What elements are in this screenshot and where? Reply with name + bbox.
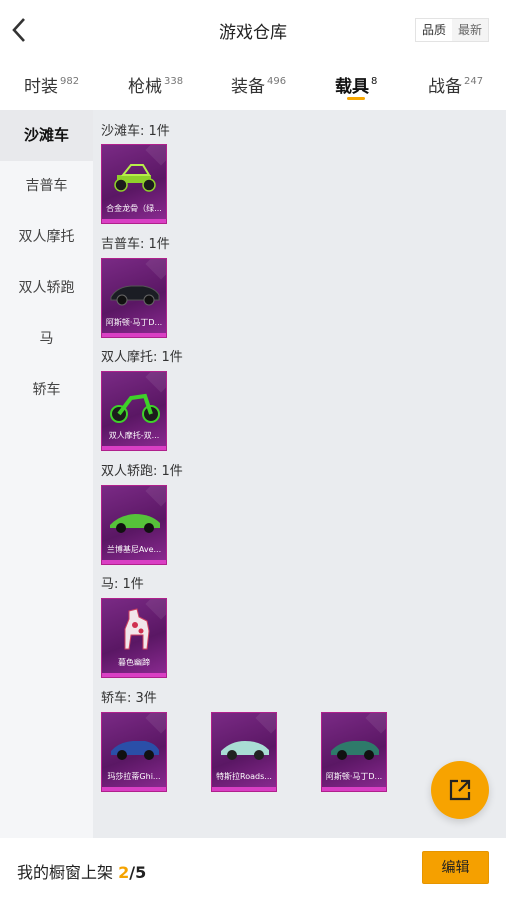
tab-count: 8 xyxy=(371,76,378,87)
vehicle-card[interactable]: 特斯拉Roads... xyxy=(211,712,277,792)
sidebar: 沙滩车 吉普车 双人摩托 双人轿跑 马 轿车 xyxy=(0,110,93,838)
vehicle-list: 沙滩车: 1件 合金龙骨（绿... 吉普车: 1件 阿斯顿·马丁D... 双人摩… xyxy=(93,110,506,838)
vehicle-name: 玛莎拉蒂Ghi... xyxy=(107,772,161,781)
category-tabs: 时装 982 枪械 338 装备 496 载具 8 战备 247 xyxy=(0,60,506,110)
sort-newest-button[interactable]: 最新 xyxy=(452,19,488,41)
vehicle-card[interactable]: 阿斯顿·马丁D... xyxy=(101,258,167,338)
vehicle-card[interactable]: 玛莎拉蒂Ghi... xyxy=(101,712,167,792)
vehicle-card[interactable]: 阿斯顿·马丁D... xyxy=(321,712,387,792)
group-title-buggy: 沙滩车: 1件 xyxy=(101,124,170,139)
share-button[interactable] xyxy=(431,761,489,819)
sidebar-item-horse[interactable]: 马 xyxy=(0,314,93,365)
sort-quality-button[interactable]: 品质 xyxy=(416,19,452,41)
edit-button[interactable]: 编辑 xyxy=(422,851,489,884)
tab-vehicles[interactable]: 载具 8 xyxy=(335,72,377,97)
rarity-stripe xyxy=(102,560,166,564)
tab-count: 247 xyxy=(464,76,484,87)
group-title-horse: 马: 1件 xyxy=(101,577,144,592)
tab-fashion[interactable]: 时装 982 xyxy=(24,72,79,97)
vehicle-name: 阿斯顿·马丁D... xyxy=(105,318,163,327)
bottom-bar: 我的橱窗上架 2/5 编辑 xyxy=(0,838,506,897)
supercar-icon xyxy=(110,514,160,533)
sedan-icon xyxy=(111,741,159,760)
rarity-stripe xyxy=(102,219,166,223)
buggy-icon xyxy=(114,164,156,192)
tab-battle-gear[interactable]: 战备 247 xyxy=(428,72,483,97)
rarity-stripe xyxy=(102,333,166,337)
tab-guns[interactable]: 枪械 338 xyxy=(128,72,183,97)
motorcycle-icon xyxy=(110,393,160,423)
rarity-stripe xyxy=(102,446,166,450)
vehicle-name: 阿斯顿·马丁D... xyxy=(325,772,383,781)
share-icon xyxy=(449,779,471,801)
horse-icon xyxy=(124,608,150,650)
tab-label: 装备 xyxy=(231,77,265,97)
sidebar-item-sedan[interactable]: 轿车 xyxy=(0,365,93,416)
vehicle-name: 合金龙骨（绿... xyxy=(106,204,162,213)
tab-label: 枪械 xyxy=(128,77,162,97)
sidebar-item-coupe[interactable]: 双人轿跑 xyxy=(0,263,93,314)
rarity-stripe xyxy=(212,787,276,791)
tab-label: 战备 xyxy=(428,77,462,97)
tab-count: 982 xyxy=(60,76,80,87)
header: 游戏仓库 品质 最新 xyxy=(0,0,506,60)
shelf-total: /5 xyxy=(129,863,147,882)
active-tab-indicator xyxy=(347,97,365,100)
rarity-stripe xyxy=(322,787,386,791)
sort-toggle[interactable]: 品质 最新 xyxy=(415,18,489,42)
sports-car-icon xyxy=(110,285,160,306)
vehicle-card[interactable]: 兰博基尼Ave... xyxy=(101,485,167,565)
vehicle-card[interactable]: 暮色幽蹄 xyxy=(101,598,167,678)
group-title-motorcycle: 双人摩托: 1件 xyxy=(101,350,183,365)
rarity-stripe xyxy=(102,787,166,791)
sidebar-item-jeep[interactable]: 吉普车 xyxy=(0,161,93,212)
tab-label: 时装 xyxy=(24,77,58,97)
vehicle-card[interactable]: 双人摩托-双... xyxy=(101,371,167,451)
shelf-label: 我的橱窗上架 xyxy=(17,863,119,882)
vehicle-name: 双人摩托-双... xyxy=(108,431,160,440)
tab-equipment[interactable]: 装备 496 xyxy=(231,72,286,97)
vehicle-name: 暮色幽蹄 xyxy=(118,658,150,667)
tab-label: 载具 xyxy=(335,77,369,97)
group-title-coupe: 双人轿跑: 1件 xyxy=(101,464,183,479)
sidebar-item-motorcycle[interactable]: 双人摩托 xyxy=(0,212,93,263)
group-title-jeep: 吉普车: 1件 xyxy=(101,237,170,252)
roadster-icon xyxy=(221,741,269,760)
rarity-stripe xyxy=(102,673,166,677)
sidebar-item-buggy[interactable]: 沙滩车 xyxy=(0,110,93,161)
vehicle-name: 兰博基尼Ave... xyxy=(106,545,162,554)
tab-count: 338 xyxy=(164,76,184,87)
vehicle-name: 特斯拉Roads... xyxy=(216,772,272,781)
coupe-icon xyxy=(331,741,379,760)
vehicle-card[interactable]: 合金龙骨（绿... xyxy=(101,144,167,224)
group-title-sedan: 轿车: 3件 xyxy=(101,691,157,706)
shelf-status: 我的橱窗上架 2/5 xyxy=(17,859,146,883)
shelf-count: 2 xyxy=(118,863,130,882)
tab-count: 496 xyxy=(267,76,287,87)
